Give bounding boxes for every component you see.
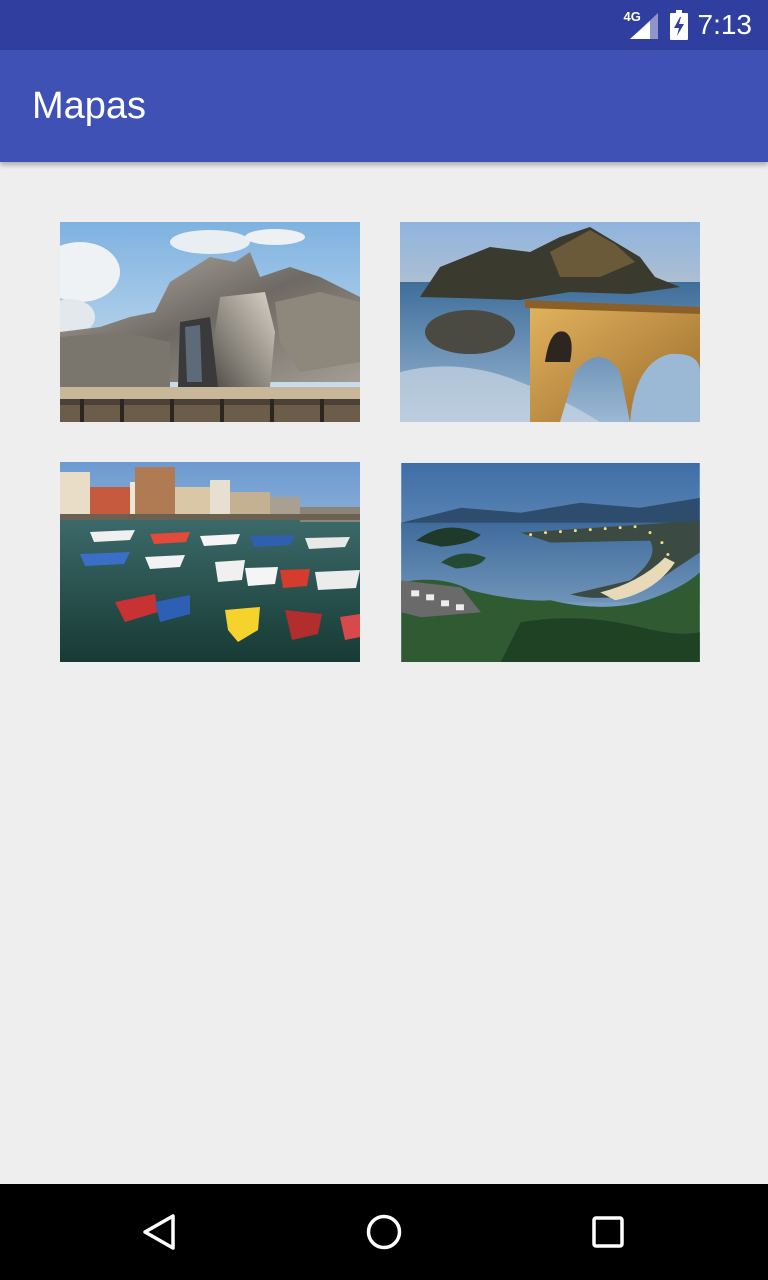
status-icons: 4G 7:13 — [624, 0, 753, 50]
status-bar: 4G 7:13 — [0, 0, 768, 50]
page-title: Mapas — [32, 85, 147, 127]
battery-charging-icon — [669, 10, 688, 40]
bay-night-image[interactable] — [401, 463, 700, 662]
harbor-boats-image[interactable] — [60, 462, 360, 662]
navigation-bar — [0, 1184, 768, 1280]
home-icon[interactable] — [364, 1212, 404, 1252]
recents-icon[interactable] — [588, 1212, 628, 1252]
signal-indicator: 4G — [624, 10, 660, 40]
signal-icon — [629, 13, 658, 39]
clock: 7:13 — [697, 9, 753, 40]
coastal-bridge-image[interactable] — [400, 222, 700, 422]
guggenheim-image[interactable] — [60, 222, 360, 422]
back-icon[interactable] — [140, 1212, 180, 1252]
app-bar: Mapas — [0, 50, 768, 162]
